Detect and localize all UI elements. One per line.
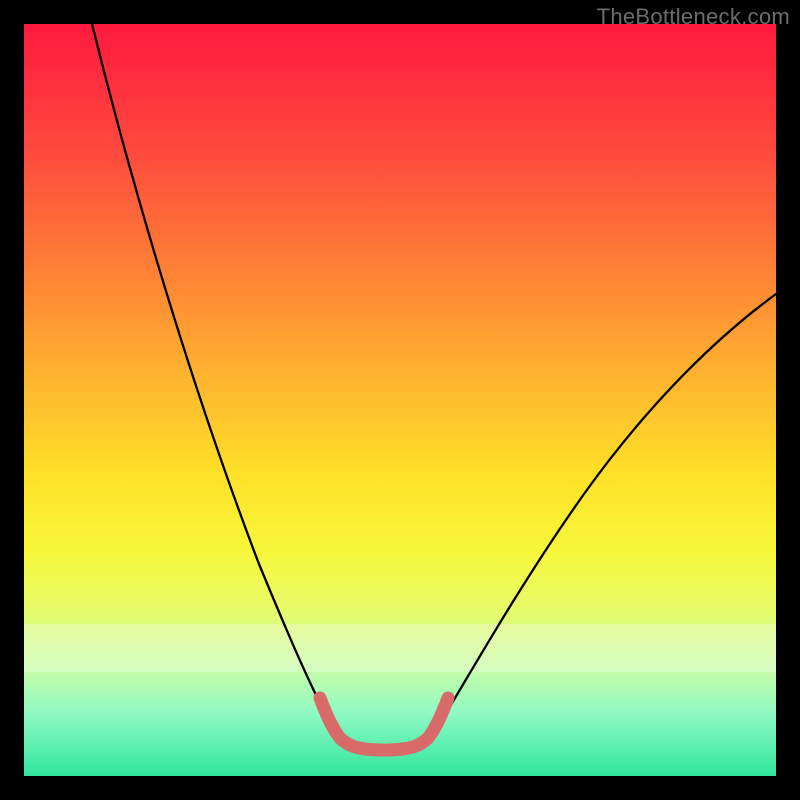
right-branch-curve [430, 294, 776, 740]
chart-curves [24, 24, 776, 776]
chart-plot-area [24, 24, 776, 776]
left-branch-curve [92, 24, 340, 740]
valley-tie [320, 698, 448, 750]
